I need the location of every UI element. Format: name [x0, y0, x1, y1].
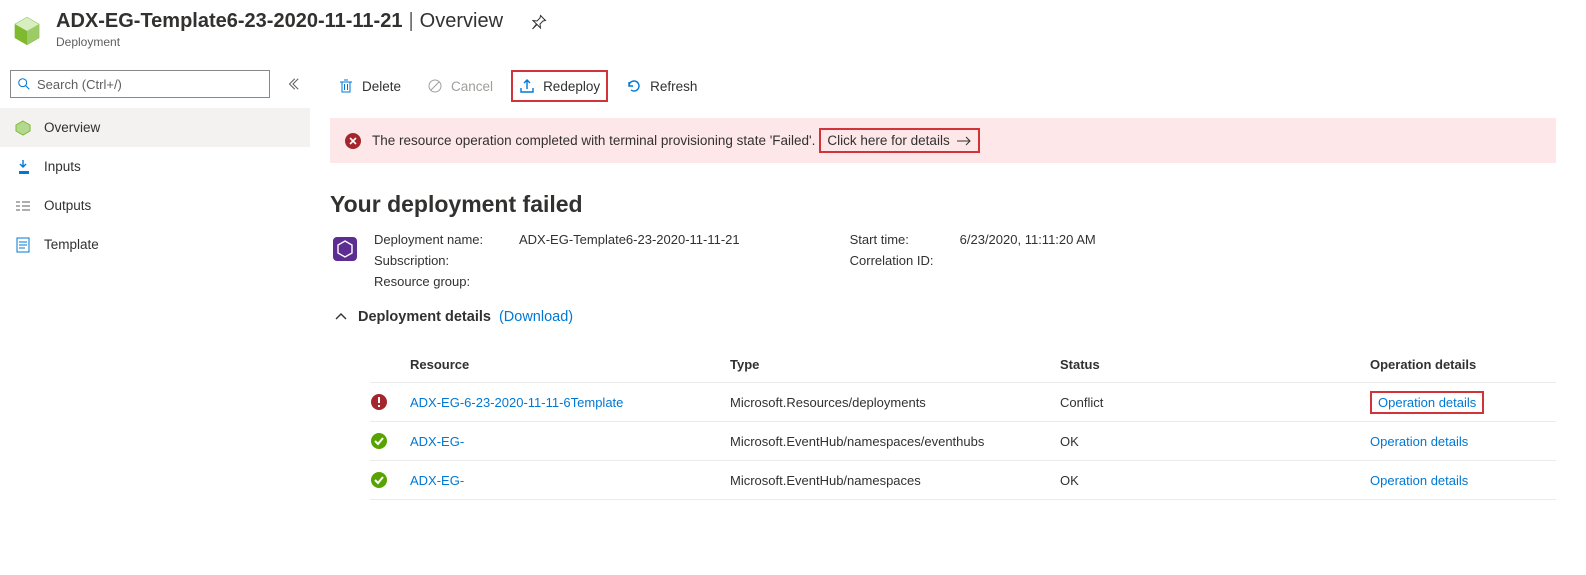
status-error-icon: [370, 393, 390, 411]
page-header: ADX-EG-Template6-23-2020-11-11-21 | Over…: [0, 0, 1586, 54]
cell-status: Conflict: [1060, 395, 1370, 410]
search-box[interactable]: [10, 70, 270, 98]
refresh-button[interactable]: Refresh: [618, 72, 705, 100]
button-label: Cancel: [451, 79, 493, 94]
nav-inputs[interactable]: Inputs: [0, 147, 310, 186]
search-input[interactable]: [35, 76, 263, 93]
nav-label: Template: [44, 237, 99, 252]
resource-link[interactable]: ADX-EG-: [410, 434, 464, 449]
nav-label: Overview: [44, 120, 100, 135]
status-ok-icon: [370, 432, 390, 450]
table-row: ADX-EG- Microsoft.EventHub/namespaces/eve…: [370, 422, 1556, 461]
overview-icon: [14, 119, 32, 137]
col-header-resource: Resource: [410, 357, 730, 372]
meta-label: Resource group:: [374, 274, 519, 289]
status-ok-icon: [370, 471, 390, 489]
nav-label: Inputs: [44, 159, 81, 174]
nav-label: Outputs: [44, 198, 91, 213]
nav-template[interactable]: Template: [0, 225, 310, 264]
table-row: ADX-EG-6-23-2020-11-11-6Template Microsof…: [370, 383, 1556, 422]
nav-overview[interactable]: Overview: [0, 108, 310, 147]
button-label: Delete: [362, 79, 401, 94]
cancel-icon: [427, 78, 443, 94]
resource-subtype: Deployment: [56, 35, 1576, 49]
meta-label: Correlation ID:: [850, 253, 960, 268]
operation-details-link[interactable]: Operation details: [1370, 391, 1484, 414]
button-label: Redeploy: [543, 79, 600, 94]
table-row: ADX-EG- Microsoft.EventHub/namespacesOKOp…: [370, 461, 1556, 500]
chevron-up-icon: [334, 310, 348, 324]
command-bar: Delete Cancel Redeploy Refresh: [330, 62, 1556, 114]
delete-button[interactable]: Delete: [330, 72, 409, 100]
inputs-icon: [14, 158, 32, 176]
deployment-icon: [10, 14, 46, 50]
cell-type: Microsoft.EventHub/namespaces/eventhubs: [730, 434, 1060, 449]
resource-link[interactable]: ADX-EG-6-23-2020-11-11-6Template: [410, 395, 623, 410]
refresh-icon: [626, 78, 642, 94]
search-icon: [17, 77, 31, 91]
arrow-right-icon: [956, 135, 972, 147]
col-header-status: Status: [1060, 357, 1370, 372]
meta-label: Subscription:: [374, 253, 519, 268]
page-section: Overview: [420, 10, 503, 33]
resource-link[interactable]: ADX-EG-: [410, 473, 464, 488]
redeploy-button[interactable]: Redeploy: [511, 70, 608, 102]
pin-button[interactable]: [531, 14, 547, 30]
page-title: ADX-EG-Template6-23-2020-11-11-21: [56, 10, 402, 33]
outputs-icon: [14, 197, 32, 215]
deployment-details-table: Resource Type Status Operation details A…: [370, 349, 1556, 500]
trash-icon: [338, 78, 354, 94]
template-icon: [14, 236, 32, 254]
error-banner: The resource operation completed with te…: [330, 118, 1556, 163]
download-link[interactable]: (Download): [499, 309, 573, 325]
cell-status: OK: [1060, 434, 1370, 449]
cell-status: OK: [1060, 473, 1370, 488]
cell-type: Microsoft.Resources/deployments: [730, 395, 1060, 410]
cancel-button: Cancel: [419, 72, 501, 100]
alert-message: The resource operation completed with te…: [372, 133, 815, 148]
details-title: Deployment details: [358, 309, 491, 325]
col-header-type: Type: [730, 357, 1060, 372]
collapse-sidebar-button[interactable]: [286, 77, 300, 91]
meta-value-deployment-name: ADX-EG-Template6-23-2020-11-11-21: [519, 232, 740, 247]
meta-value-start-time: 6/23/2020, 11:11:20 AM: [960, 232, 1096, 247]
upload-icon: [519, 78, 535, 94]
deployment-status-heading: Your deployment failed: [330, 191, 1556, 218]
button-label: Refresh: [650, 79, 697, 94]
alert-details-link[interactable]: Click here for details: [819, 128, 979, 153]
operation-details-link[interactable]: Operation details: [1370, 434, 1468, 449]
sidebar: Overview Inputs Outputs Template: [0, 54, 310, 520]
meta-label: Start time:: [850, 232, 960, 247]
table-header-row: Resource Type Status Operation details: [370, 349, 1556, 383]
title-separator: |: [408, 10, 413, 33]
link-text: Click here for details: [827, 133, 949, 148]
col-header-op: Operation details: [1370, 357, 1530, 372]
error-icon: [344, 132, 362, 150]
nav-outputs[interactable]: Outputs: [0, 186, 310, 225]
deployment-badge-icon: [330, 234, 360, 264]
deployment-details-toggle[interactable]: Deployment details (Download): [334, 309, 1556, 325]
operation-details-link[interactable]: Operation details: [1370, 473, 1468, 488]
meta-label: Deployment name:: [374, 232, 519, 247]
cell-type: Microsoft.EventHub/namespaces: [730, 473, 1060, 488]
